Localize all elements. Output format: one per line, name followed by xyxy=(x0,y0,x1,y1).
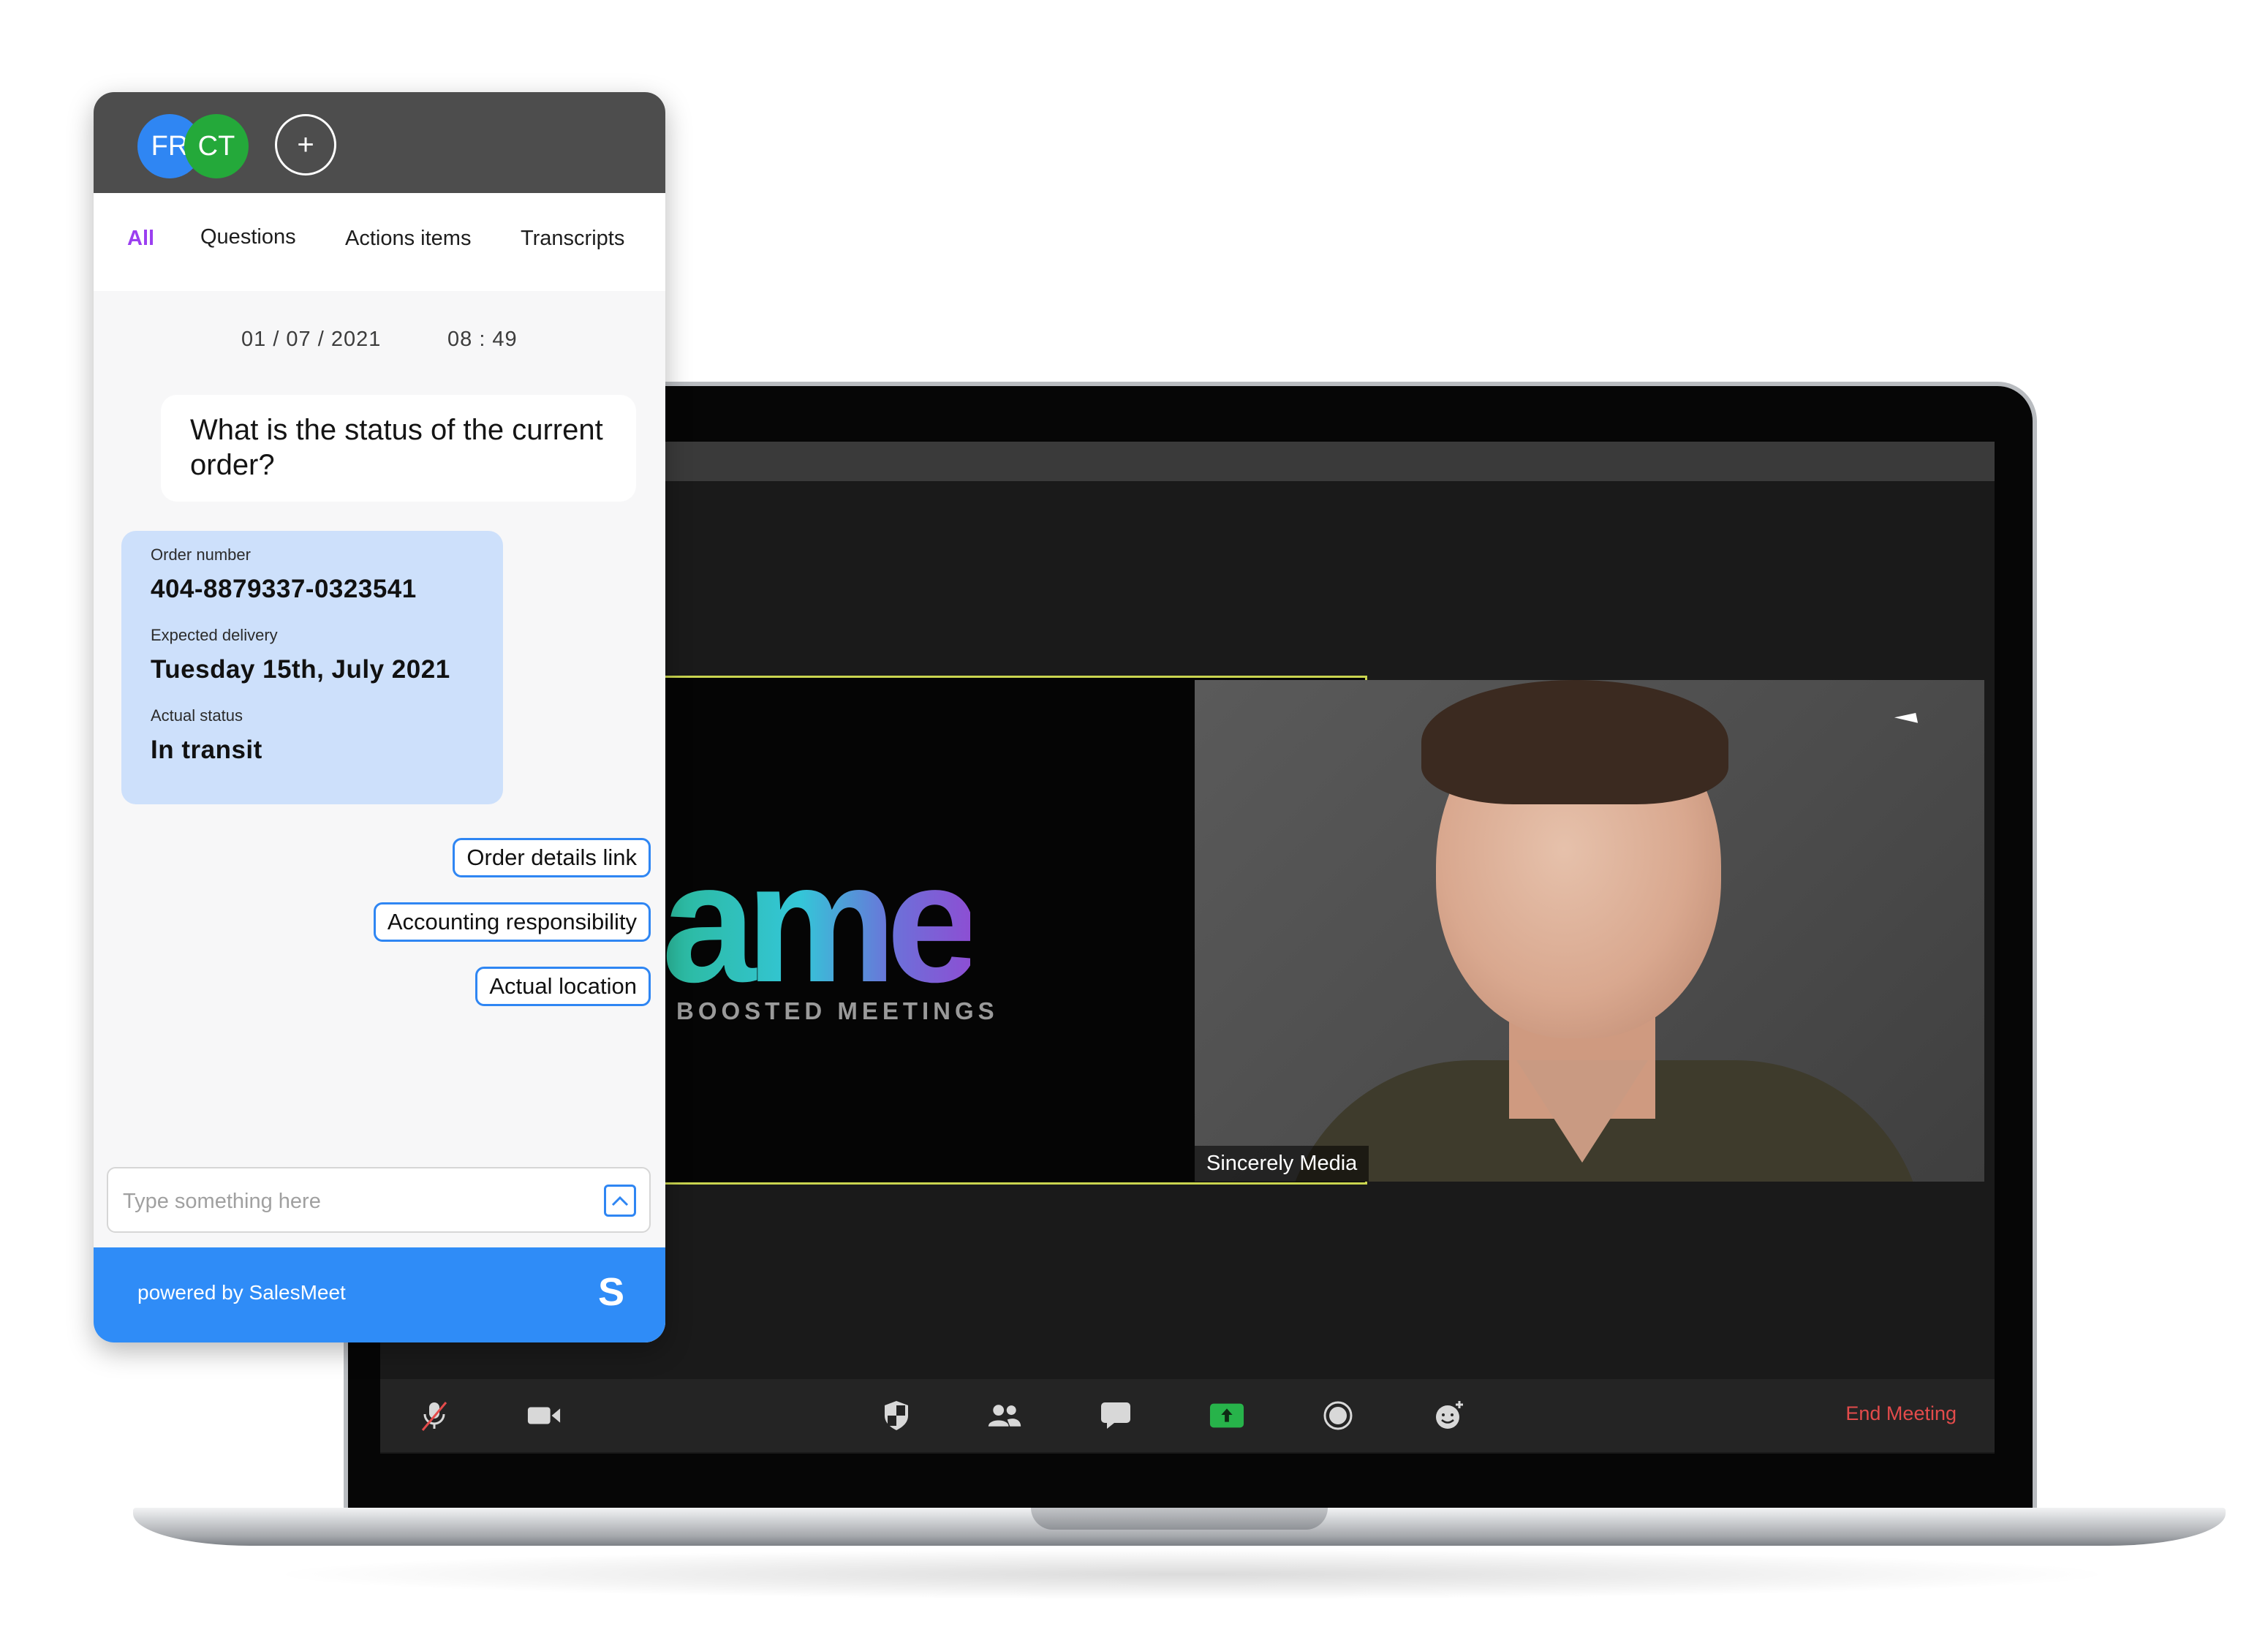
expected-delivery-label: Expected delivery xyxy=(151,626,278,644)
tab-action-items[interactable]: Actions items xyxy=(345,227,471,251)
tab-all[interactable]: All xyxy=(127,227,154,251)
chevron-up-icon xyxy=(611,1196,629,1206)
brand-logo-subtitle: BOOSTED MEETINGS xyxy=(676,997,999,1024)
participant-hair xyxy=(1421,680,1728,804)
participants-icon[interactable] xyxy=(987,1400,1022,1432)
panel-footer: powered by SalesMeet S xyxy=(94,1247,665,1342)
order-details-link-chip[interactable]: Order details link xyxy=(453,838,651,877)
question-bubble: What is the status of the current order? xyxy=(161,395,636,502)
chat-icon[interactable] xyxy=(1098,1400,1133,1432)
avatar-ct[interactable]: CT xyxy=(184,114,249,178)
message-input-box xyxy=(107,1167,651,1233)
share-screen-icon[interactable] xyxy=(1209,1400,1244,1432)
tab-transcripts[interactable]: Transcripts xyxy=(521,227,624,251)
accounting-responsibility-chip[interactable]: Accounting responsibility xyxy=(373,902,651,942)
participant-video-tile[interactable]: Sincerely Media xyxy=(1195,680,1984,1182)
participant-neckline xyxy=(1516,1060,1648,1163)
mic-muted-icon[interactable] xyxy=(417,1400,452,1432)
assistant-panel: FR CT + All Questions Actions items Tran… xyxy=(94,92,665,1342)
laptop-notch xyxy=(1031,1508,1328,1530)
message-input[interactable] xyxy=(121,1183,563,1220)
tab-questions[interactable]: Questions xyxy=(200,225,296,249)
message-time: 08 : 49 xyxy=(447,328,518,351)
add-participant-button[interactable]: + xyxy=(275,114,336,175)
record-icon[interactable] xyxy=(1320,1400,1356,1432)
end-meeting-button[interactable]: End Meeting xyxy=(1845,1402,1957,1425)
send-button[interactable] xyxy=(604,1185,636,1217)
actual-status-value: In transit xyxy=(151,736,262,764)
order-number-label: Order number xyxy=(151,545,251,564)
video-camera-icon[interactable] xyxy=(526,1400,562,1432)
participant-name-label: Sincerely Media xyxy=(1195,1146,1369,1182)
message-date: 01 / 07 / 2021 xyxy=(241,328,382,351)
actual-status-label: Actual status xyxy=(151,706,243,725)
order-info-card: Order number 404-8879337-0323541 Expecte… xyxy=(121,531,503,804)
laptop-shadow xyxy=(263,1549,2120,1600)
panel-header: FR CT + xyxy=(94,92,665,193)
pointer-cursor-icon xyxy=(1894,713,1919,728)
reactions-icon[interactable] xyxy=(1432,1400,1467,1432)
order-number-value: 404-8879337-0323541 xyxy=(151,575,417,603)
meeting-toolbar: End Meeting xyxy=(380,1379,1995,1452)
powered-by-text[interactable]: powered by SalesMeet xyxy=(137,1281,346,1304)
brand-logo-text: ame xyxy=(662,828,980,1018)
salesmeet-logo: S xyxy=(597,1270,624,1314)
security-shield-icon[interactable] xyxy=(879,1400,914,1432)
expected-delivery-value: Tuesday 15th, July 2021 xyxy=(151,655,450,684)
actual-location-chip[interactable]: Actual location xyxy=(475,967,651,1006)
